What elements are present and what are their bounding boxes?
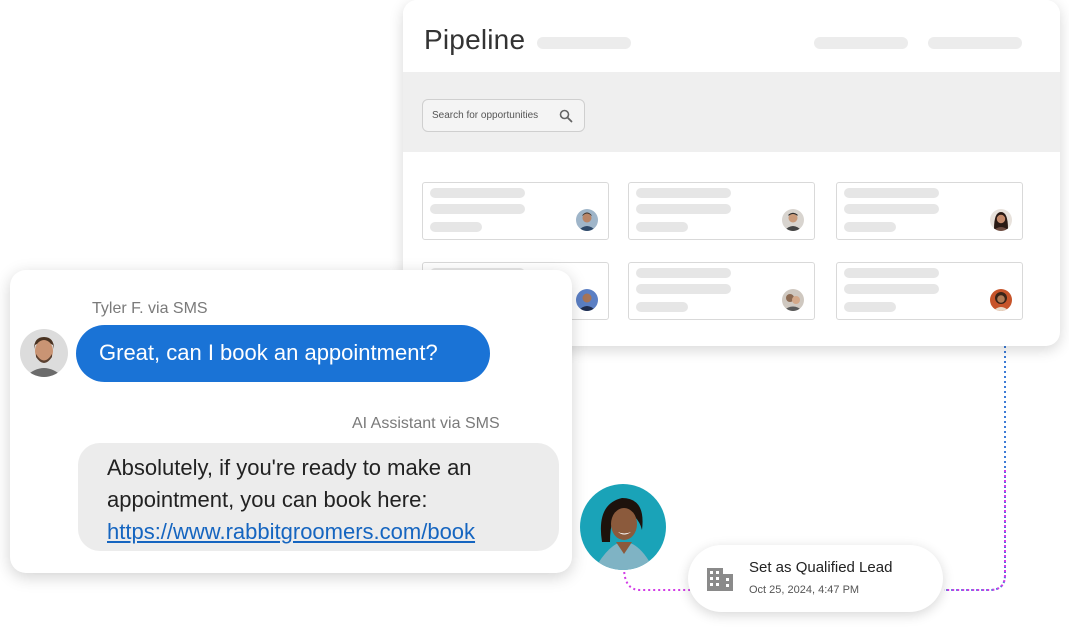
- opportunity-card[interactable]: [422, 182, 609, 240]
- avatar: [782, 209, 804, 231]
- opportunity-card[interactable]: [628, 182, 815, 240]
- avatar: [782, 289, 804, 311]
- placeholder-line: [636, 204, 731, 214]
- ai-assistant-avatar: [580, 484, 666, 570]
- placeholder-line: [430, 188, 525, 198]
- placeholder-line: [636, 284, 731, 294]
- avatar: [990, 289, 1012, 311]
- reply-message-bubble: Absolutely, if you're ready to make an a…: [78, 443, 559, 551]
- pipeline-title: Pipeline: [424, 24, 526, 55]
- placeholder-line: [844, 222, 896, 232]
- notification-timestamp: Oct 25, 2024, 4:47 PM: [749, 584, 860, 596]
- building-icon: [707, 568, 733, 591]
- header-placeholder-1: [537, 37, 631, 49]
- pipeline-connector: [944, 346, 1006, 591]
- header-placeholder-2: [814, 37, 908, 49]
- reply-line-2: appointment, you can book here:: [107, 487, 428, 512]
- search-icon[interactable]: [559, 109, 573, 123]
- placeholder-line: [844, 268, 939, 278]
- pipeline-toolbar: Search for opportunities: [403, 72, 1060, 152]
- placeholder-line: [430, 222, 482, 232]
- opportunity-card[interactable]: [628, 262, 815, 320]
- booking-link[interactable]: https://www.rabbitgroomers.com/book: [107, 519, 475, 544]
- stage: Pipeline Search for opportunities Tyler …: [0, 0, 1069, 633]
- placeholder-line: [636, 302, 688, 312]
- placeholder-line: [636, 188, 731, 198]
- incoming-sender-label: Tyler F. via SMS: [92, 300, 208, 317]
- search-placeholder: Search for opportunities: [432, 110, 539, 121]
- pipeline-connector-magenta: [944, 470, 1006, 591]
- pipeline-header: Pipeline: [403, 0, 1060, 72]
- avatar: [990, 209, 1012, 231]
- notification-title: Set as Qualified Lead: [749, 559, 893, 576]
- agent-connector: [623, 566, 690, 591]
- placeholder-line: [844, 188, 939, 198]
- header-placeholder-3: [928, 37, 1022, 49]
- sms-conversation: Tyler F. via SMS Great, can I book an ap…: [10, 270, 572, 573]
- reply-sender-label: AI Assistant via SMS: [352, 415, 500, 432]
- reply-line-1: Absolutely, if you're ready to make an: [107, 455, 472, 480]
- opportunity-card[interactable]: [836, 262, 1023, 320]
- qualified-lead-notification: Set as Qualified Lead Oct 25, 2024, 4:47…: [688, 545, 943, 612]
- opportunity-card[interactable]: [836, 182, 1023, 240]
- placeholder-line: [844, 284, 939, 294]
- avatar: [576, 289, 598, 311]
- placeholder-line: [636, 222, 688, 232]
- incoming-message-bubble: Great, can I book an appointment?: [76, 325, 490, 382]
- avatar: [576, 209, 598, 231]
- placeholder-line: [636, 268, 731, 278]
- avatar: [20, 329, 68, 377]
- placeholder-line: [844, 204, 939, 214]
- placeholder-line: [844, 302, 896, 312]
- placeholder-line: [430, 204, 525, 214]
- search-input[interactable]: Search for opportunities: [422, 99, 585, 132]
